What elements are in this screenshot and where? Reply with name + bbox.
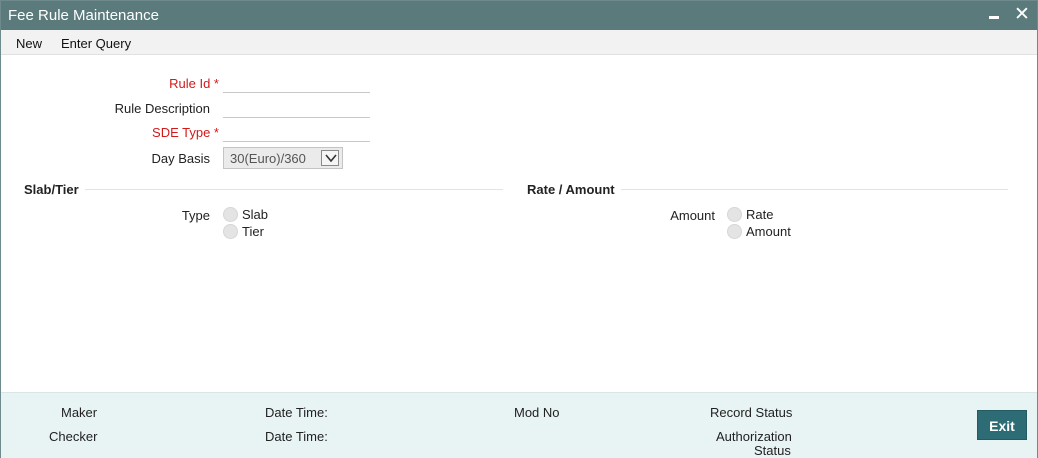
enter-query-menu-item[interactable]: Enter Query	[61, 36, 131, 51]
minimize-icon[interactable]	[984, 4, 1004, 26]
menu-bar: New Enter Query	[1, 30, 1037, 55]
radio-circle[interactable]	[727, 224, 742, 239]
slab-radio-label: Slab	[242, 207, 269, 222]
type-label: Type	[181, 208, 210, 223]
rate-amount-section-title: Rate / Amount	[527, 182, 615, 197]
fee-rule-maintenance-window: Fee Rule Maintenance ✕ New Enter Query R…	[0, 0, 1038, 458]
rule-description-label: Rule Description	[114, 101, 210, 116]
sde-type-label: SDE Type *	[152, 125, 219, 140]
day-basis-value: 30(Euro)/360	[230, 151, 306, 166]
title-bar: Fee Rule Maintenance ✕	[1, 1, 1037, 30]
close-icon[interactable]: ✕	[1012, 4, 1032, 26]
chevron-down-icon[interactable]	[321, 150, 339, 166]
day-basis-label: Day Basis	[151, 151, 210, 166]
checker-label: Checker	[49, 429, 98, 444]
checker-date-time-label: Date Time:	[265, 429, 328, 444]
day-basis-select[interactable]: 30(Euro)/360	[223, 147, 343, 169]
maker-label: Maker	[61, 405, 98, 420]
authorization-status-label: Status	[754, 443, 791, 458]
maker-date-time-label: Date Time:	[265, 405, 328, 420]
tier-radio-label: Tier	[242, 224, 264, 239]
radio-circle[interactable]	[223, 207, 238, 222]
sde-type-input[interactable]	[223, 122, 370, 142]
amount-radio-label: Amount	[746, 224, 791, 239]
window-title: Fee Rule Maintenance	[8, 7, 159, 24]
rate-radio-label: Rate	[746, 207, 774, 222]
mod-no-label: Mod No	[514, 405, 560, 420]
rule-id-label: Rule Id *	[169, 76, 219, 91]
radio-circle[interactable]	[223, 224, 238, 239]
radio-circle[interactable]	[727, 207, 742, 222]
audit-footer: Maker Checker Date Time: Date Time: Mod …	[1, 392, 1037, 458]
amount-label: Amount	[670, 208, 715, 223]
slab-tier-divider	[85, 189, 503, 190]
rate-amount-divider	[621, 189, 1008, 190]
new-menu-item[interactable]: New	[16, 36, 42, 51]
authorization-label: Authorization	[716, 429, 792, 444]
record-status-label: Record Status	[710, 405, 793, 420]
rule-description-input[interactable]	[223, 98, 370, 118]
slab-tier-section-title: Slab/Tier	[24, 182, 79, 197]
rule-id-input[interactable]	[223, 73, 370, 93]
exit-button[interactable]: Exit	[977, 410, 1027, 440]
